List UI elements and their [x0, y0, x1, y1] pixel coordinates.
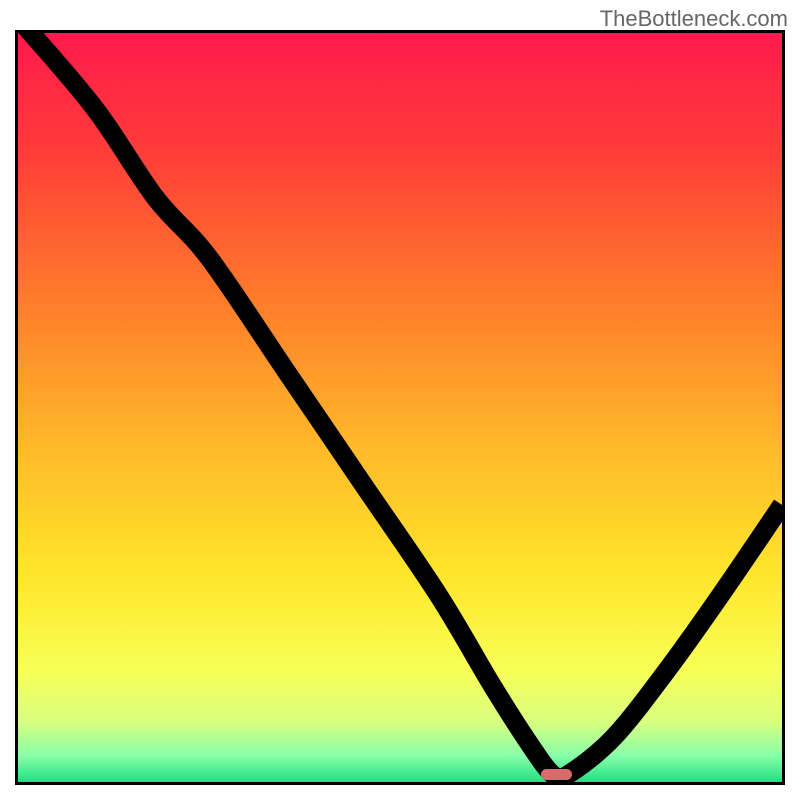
chart-area [15, 30, 785, 785]
optimal-point-marker [541, 769, 572, 780]
watermark-text: TheBottleneck.com [600, 6, 788, 32]
bottleneck-curve [18, 33, 782, 782]
